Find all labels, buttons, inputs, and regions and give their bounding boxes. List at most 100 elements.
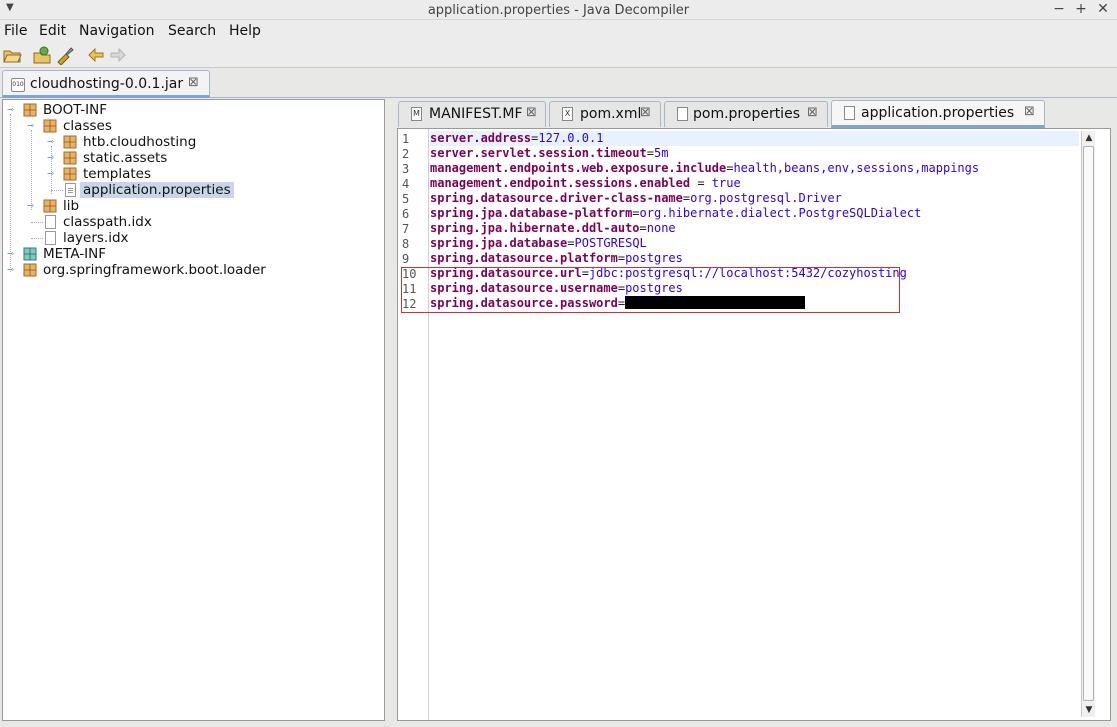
window-title: application.properties - Java Decompiler [427,3,690,18]
open-file-icon[interactable] [2,45,22,65]
title-bar: ▼ application.properties - Java Decompil… [0,0,1117,20]
package-tree[interactable]: ⊸ BOOT-INF ⊸ classes ⊸ htb.cloudhosting … [2,99,385,721]
code-line: management.endpoint.sessions.enabled = t… [430,176,741,191]
menu-search[interactable]: Search [168,23,216,39]
package-icon [43,119,57,133]
package-icon [23,247,37,261]
property-value: 127.0.0.1 [538,131,604,145]
property-separator: = [567,236,575,250]
archive-tab-bar: 010 cloudhosting-0.0.1.jar ⊠ [0,68,1117,98]
property-separator: = [617,281,626,295]
scroll-down-arrow-icon[interactable]: ▼ [1082,703,1096,717]
search-flashlight-icon[interactable] [55,45,75,65]
file-icon [45,215,56,229]
expand-icon[interactable]: ⊸ [46,138,55,147]
close-tab-icon[interactable]: ⊠ [526,105,537,120]
code-line: spring.datasource.platform=postgres [430,251,683,266]
package-icon [43,199,57,213]
menu-edit[interactable]: Edit [39,23,66,39]
tree-node-boot-inf[interactable]: ⊸ BOOT-INF [3,102,383,118]
editor-tab-bar: M MANIFEST.MF ⊠ X pom.xml ⊠ pom.properti… [397,99,1117,128]
tree-node-application-properties[interactable]: application.properties [3,182,383,198]
property-key: management.endpoint.sessions.enabled [430,176,691,190]
property-value: 5m [653,146,669,160]
text-file-icon [677,107,688,121]
property-value: none [646,221,676,235]
tab-cloudhosting-jar[interactable]: 010 cloudhosting-0.0.1.jar ⊠ [2,70,210,98]
property-separator: = [581,266,589,280]
tree-node-htb-cloudhosting[interactable]: ⊸ htb.cloudhosting [3,134,383,150]
maximize-button[interactable]: + [1074,1,1088,17]
forward-arrow-icon[interactable] [108,45,128,65]
property-separator: = [646,146,654,160]
tree-node-lib[interactable]: ⊸ lib [3,198,383,214]
package-icon [63,151,77,165]
property-key: spring.jpa.database-platform [430,206,633,220]
menu-help[interactable]: Help [229,23,261,39]
open-type-icon[interactable] [32,45,52,65]
line-number: 8 [402,237,410,251]
tab-application-properties[interactable]: application.properties ⊠ [831,100,1045,128]
code-line: spring.datasource.password= [430,296,806,311]
code-line: management.endpoints.web.exposure.includ… [430,161,979,176]
expand-icon[interactable]: ⊸ [6,250,15,259]
scrollbar-thumb[interactable] [1083,146,1094,701]
back-arrow-icon[interactable] [86,45,106,65]
close-tab-icon[interactable]: ⊠ [188,75,199,90]
close-tab-icon[interactable]: ⊠ [1024,104,1035,119]
expand-icon[interactable]: ⊸ [46,154,55,163]
expand-icon[interactable]: ⊸ [26,202,35,211]
code-line: spring.datasource.username=postgres [430,281,683,296]
minimize-button[interactable]: − [1052,1,1066,17]
manifest-file-icon: M [411,107,422,121]
property-value: org.hibernate.dialect.PostgreSQLDialect [639,206,922,220]
expand-icon[interactable]: ⊸ [46,170,55,179]
menu-navigation[interactable]: Navigation [79,23,155,39]
property-key: spring.jpa.database [430,236,568,250]
expand-icon[interactable]: ⊸ [6,266,15,275]
close-button[interactable]: ✕ [1096,1,1110,17]
text-file-icon [65,183,76,197]
property-key: spring.datasource.username [430,281,618,295]
close-tab-icon[interactable]: ⊠ [640,105,651,120]
package-icon [63,167,77,181]
property-key: spring.datasource.platform [430,251,618,265]
tab-label: cloudhosting-0.0.1.jar [30,76,184,92]
tree-node-templates[interactable]: ⊸ templates [3,166,383,182]
line-number: 10 [402,267,417,281]
package-icon [23,263,37,277]
split-pane-divider[interactable] [386,99,396,721]
collapse-icon[interactable]: ⊸ [26,122,35,131]
source-editor[interactable]: 1 2 3 4 5 6 7 8 9 10 11 12 server.addres… [397,128,1111,721]
property-separator: = [617,296,626,310]
line-number: 7 [402,222,410,236]
menu-bar: File Edit Navigation Search Help [0,20,1117,42]
property-key: server.servlet.session.timeout [430,146,647,160]
tree-node-org-springframework-boot-loader[interactable]: ⊸ org.springframework.boot.loader [3,262,383,278]
tree-node-static-assets[interactable]: ⊸ static.assets [3,150,383,166]
tree-node-classpath-idx[interactable]: classpath.idx [3,214,383,230]
property-value: POSTGRESQL [574,236,647,250]
tab-pom-properties[interactable]: pom.properties ⊠ [664,101,828,127]
scroll-up-arrow-icon[interactable]: ▲ [1082,131,1096,145]
property-value: jdbc:postgresql://localhost:5432/cozyhos… [588,266,907,280]
collapse-icon[interactable]: ⊸ [6,106,15,115]
code-line: spring.jpa.database=POSTGRESQL [430,236,647,251]
tab-pom-xml[interactable]: X pom.xml ⊠ [549,101,661,127]
property-separator: = [632,206,640,220]
package-icon [63,135,77,149]
property-key: spring.jpa.hibernate.ddl-auto [430,221,640,235]
tab-manifest-mf[interactable]: M MANIFEST.MF ⊠ [398,101,546,127]
property-key: spring.datasource.driver-class-name [430,191,683,205]
menu-file[interactable]: File [4,23,27,39]
tree-node-layers-idx[interactable]: layers.idx [3,230,383,246]
jar-icon: 010 [11,78,25,92]
close-tab-icon[interactable]: ⊠ [807,105,818,120]
tree-node-classes[interactable]: ⊸ classes [3,118,383,134]
redacted-password [625,296,806,309]
xml-file-icon: X [562,107,573,121]
line-number: 5 [402,192,410,206]
vertical-scrollbar[interactable]: ▲ ▼ [1081,131,1095,717]
code-line: server.address=127.0.0.1 [430,131,603,146]
tree-node-meta-inf[interactable]: ⊸ META-INF [3,246,383,262]
